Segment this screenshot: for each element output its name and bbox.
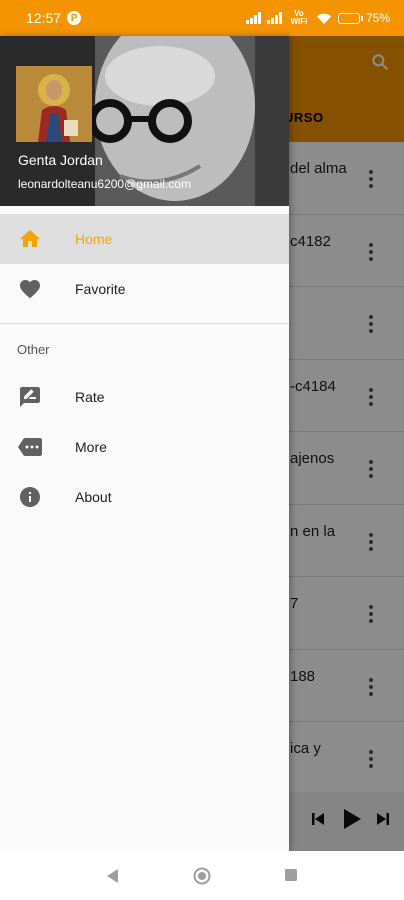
drawer-menu: Home Favorite Other Rate More About — [0, 214, 289, 522]
home-icon — [20, 230, 40, 247]
menu-item-label: More — [75, 439, 107, 455]
menu-item-home[interactable]: Home — [0, 214, 289, 264]
menu-item-more[interactable]: More — [0, 422, 289, 472]
notification-badge-icon: P — [67, 11, 82, 25]
battery-percent: 75% — [365, 11, 390, 25]
rate-review-icon — [20, 387, 40, 407]
network-label: Vo WiFi — [290, 9, 308, 26]
status-bar: 12:57 P Vo WiFi 75% — [0, 0, 404, 36]
battery-icon — [337, 12, 363, 24]
signal-icon — [245, 12, 261, 24]
heart-icon — [20, 280, 40, 299]
wifi-icon — [316, 13, 331, 24]
menu-item-label: Favorite — [75, 281, 126, 297]
section-title: Other — [17, 342, 50, 357]
signal-icon-2 — [266, 12, 282, 24]
back-icon[interactable] — [105, 868, 119, 884]
menu-item-about[interactable]: About — [0, 472, 289, 522]
user-email: leonardolteanu6200@gmail.com — [18, 177, 191, 191]
menu-item-label: About — [75, 489, 112, 505]
status-time: 12:57 — [26, 10, 62, 26]
navigation-drawer: Genta Jordan leonardolteanu6200@gmail.co… — [0, 36, 289, 851]
drawer-header: Genta Jordan leonardolteanu6200@gmail.co… — [0, 36, 289, 206]
menu-item-label: Home — [75, 231, 113, 247]
system-nav-bar — [0, 851, 404, 900]
menu-item-favorite[interactable]: Favorite — [0, 264, 289, 314]
recents-icon[interactable] — [285, 869, 297, 881]
home-nav-icon[interactable] — [193, 867, 211, 885]
avatar[interactable] — [16, 66, 92, 142]
menu-item-rate[interactable]: Rate — [0, 372, 289, 422]
menu-item-label: Rate — [75, 389, 105, 405]
more-label-icon — [18, 438, 42, 456]
info-icon — [20, 487, 40, 507]
user-name: Genta Jordan — [18, 152, 103, 168]
